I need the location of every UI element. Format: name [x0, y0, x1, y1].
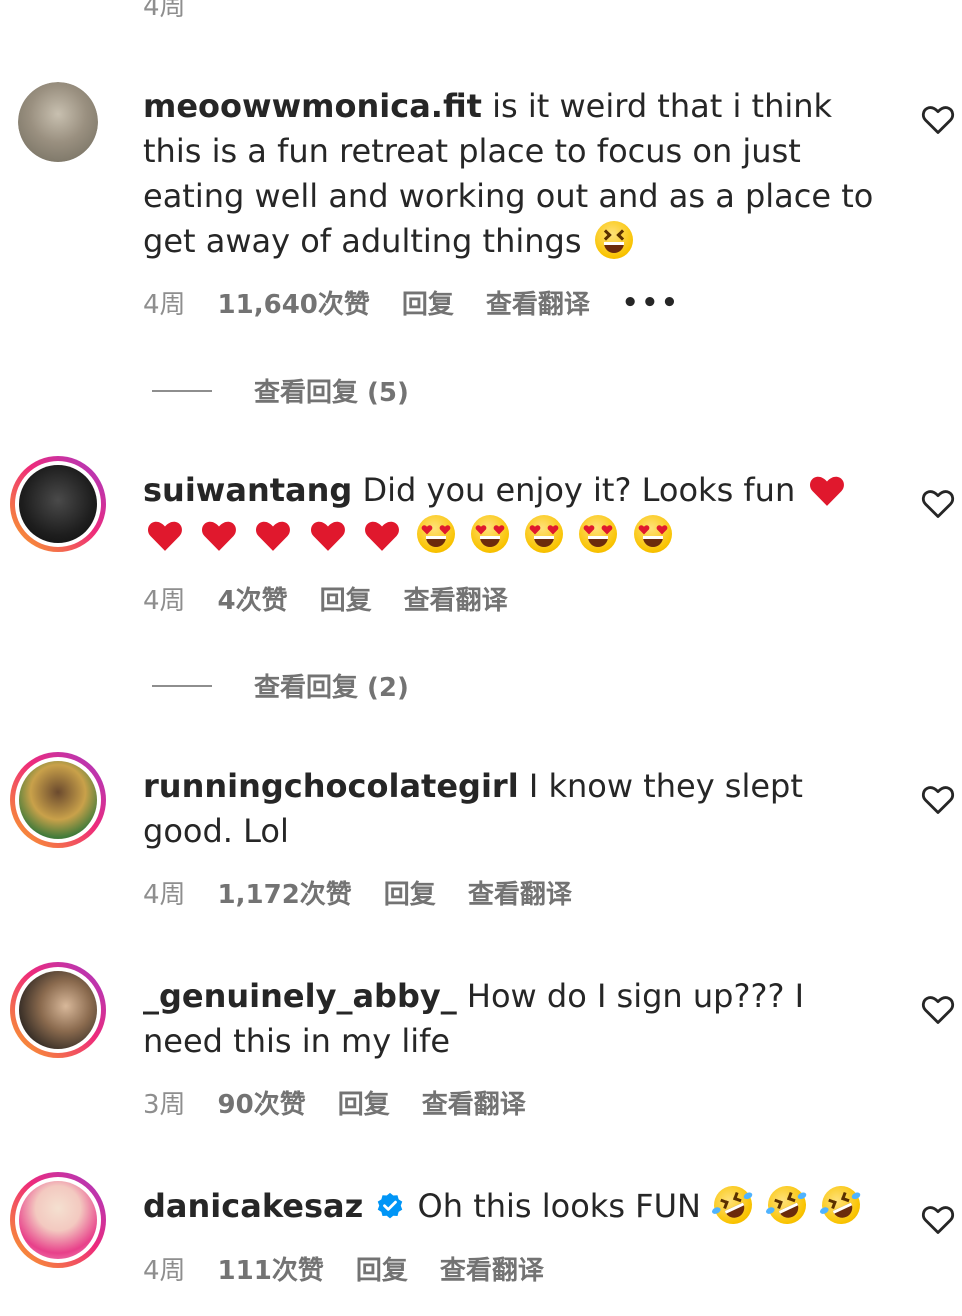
- replies-divider: [152, 389, 212, 392]
- comment-username[interactable]: meoowwmonica.fit: [143, 87, 482, 125]
- like-heart-icon[interactable]: [921, 783, 955, 815]
- grinning-squinting-face-icon: [594, 221, 633, 259]
- red-heart-icon: [309, 517, 347, 555]
- rolling-on-floor-laughing-icon: [762, 1179, 813, 1231]
- like-count[interactable]: 1,172次赞: [218, 874, 352, 911]
- avatar[interactable]: [10, 456, 106, 552]
- comment-age: 4周: [143, 880, 186, 910]
- view-replies-button[interactable]: 查看回复 (2): [152, 667, 409, 704]
- avatar[interactable]: [10, 752, 106, 848]
- comment-text: _genuinely_abby_ How do I sign up??? I n…: [143, 974, 883, 1064]
- like-heart-icon[interactable]: [921, 103, 955, 135]
- translate-button[interactable]: 查看翻译: [404, 580, 508, 617]
- avatar[interactable]: [10, 1172, 106, 1268]
- translate-button[interactable]: 查看翻译: [440, 1250, 544, 1287]
- comment-body: Oh this looks FUN: [417, 1187, 701, 1225]
- red-heart-icon: [254, 517, 292, 555]
- reply-button[interactable]: 回复: [320, 580, 372, 617]
- view-replies-label: 查看回复 (5): [254, 378, 409, 408]
- comment-text: meoowwmonica.fit is it weird that i thin…: [143, 84, 883, 264]
- reply-button[interactable]: 回复: [338, 1084, 390, 1121]
- red-heart-icon: [363, 517, 401, 555]
- reply-button[interactable]: 回复: [402, 284, 454, 321]
- like-count[interactable]: 111次赞: [218, 1250, 324, 1287]
- more-options-icon[interactable]: •••: [622, 288, 681, 318]
- comment-meta: 3周 90次赞 回复 查看翻译: [143, 1084, 558, 1121]
- like-count[interactable]: 11,640次赞: [218, 284, 370, 321]
- comment-text: danicakesaz Oh this looks FUN: [143, 1179, 883, 1231]
- comment-username[interactable]: _genuinely_abby_: [143, 977, 457, 1015]
- reply-button[interactable]: 回复: [356, 1250, 408, 1287]
- heart-eyes-face-icon: [416, 515, 455, 553]
- like-heart-icon[interactable]: [921, 993, 955, 1025]
- verified-badge-icon: [375, 1188, 405, 1219]
- view-replies-label: 查看回复 (2): [254, 673, 409, 703]
- heart-eyes-face-icon: [471, 515, 510, 553]
- comment-age: 4周: [143, 586, 186, 616]
- comment-age: 4周: [143, 1256, 186, 1286]
- like-count[interactable]: 90次赞: [218, 1084, 306, 1121]
- avatar[interactable]: [18, 82, 98, 162]
- translate-button[interactable]: 查看翻译: [486, 284, 590, 321]
- comment-age: 4周: [143, 290, 186, 320]
- comment-text: runningchocolategirl I know they slept g…: [143, 764, 883, 854]
- replies-divider: [152, 684, 212, 687]
- view-replies-button[interactable]: 查看回复 (5): [152, 372, 409, 409]
- comment-meta: 4周 1,172次赞 回复 查看翻译: [143, 874, 604, 911]
- comment-meta: 4周 4次赞 回复 查看翻译: [143, 580, 540, 617]
- comment-username[interactable]: runningchocolategirl: [143, 767, 519, 805]
- like-count[interactable]: 4次赞: [218, 580, 288, 617]
- comment-meta: 4周 11,640次赞 回复 查看翻译 •••: [143, 284, 713, 321]
- red-heart-icon: [146, 517, 184, 555]
- like-heart-icon[interactable]: [921, 1203, 955, 1235]
- heart-eyes-face-icon: [525, 515, 564, 553]
- comment-body: Did you enjoy it? Looks fun: [362, 471, 796, 509]
- rolling-on-floor-laughing-icon: [707, 1179, 759, 1231]
- heart-eyes-face-icon: [633, 515, 672, 553]
- red-heart-icon: [200, 517, 238, 555]
- translate-button[interactable]: 查看翻译: [422, 1084, 526, 1121]
- comment-age: 3周: [143, 1090, 186, 1120]
- like-heart-icon[interactable]: [921, 487, 955, 519]
- red-heart-icon: [808, 472, 846, 510]
- comment-username[interactable]: suiwantang: [143, 471, 352, 509]
- translate-button[interactable]: 查看翻译: [468, 874, 572, 911]
- avatar[interactable]: [10, 962, 106, 1058]
- previous-comment-timestamp: 4周: [143, 0, 186, 22]
- comment-text: suiwantang Did you enjoy it? Looks fun: [143, 468, 883, 558]
- reply-button[interactable]: 回复: [384, 874, 436, 911]
- comment-meta: 4周 111次赞 回复 查看翻译: [143, 1250, 576, 1287]
- comment-username[interactable]: danicakesaz: [143, 1187, 363, 1225]
- heart-eyes-face-icon: [579, 515, 618, 553]
- rolling-on-floor-laughing-icon: [816, 1179, 867, 1231]
